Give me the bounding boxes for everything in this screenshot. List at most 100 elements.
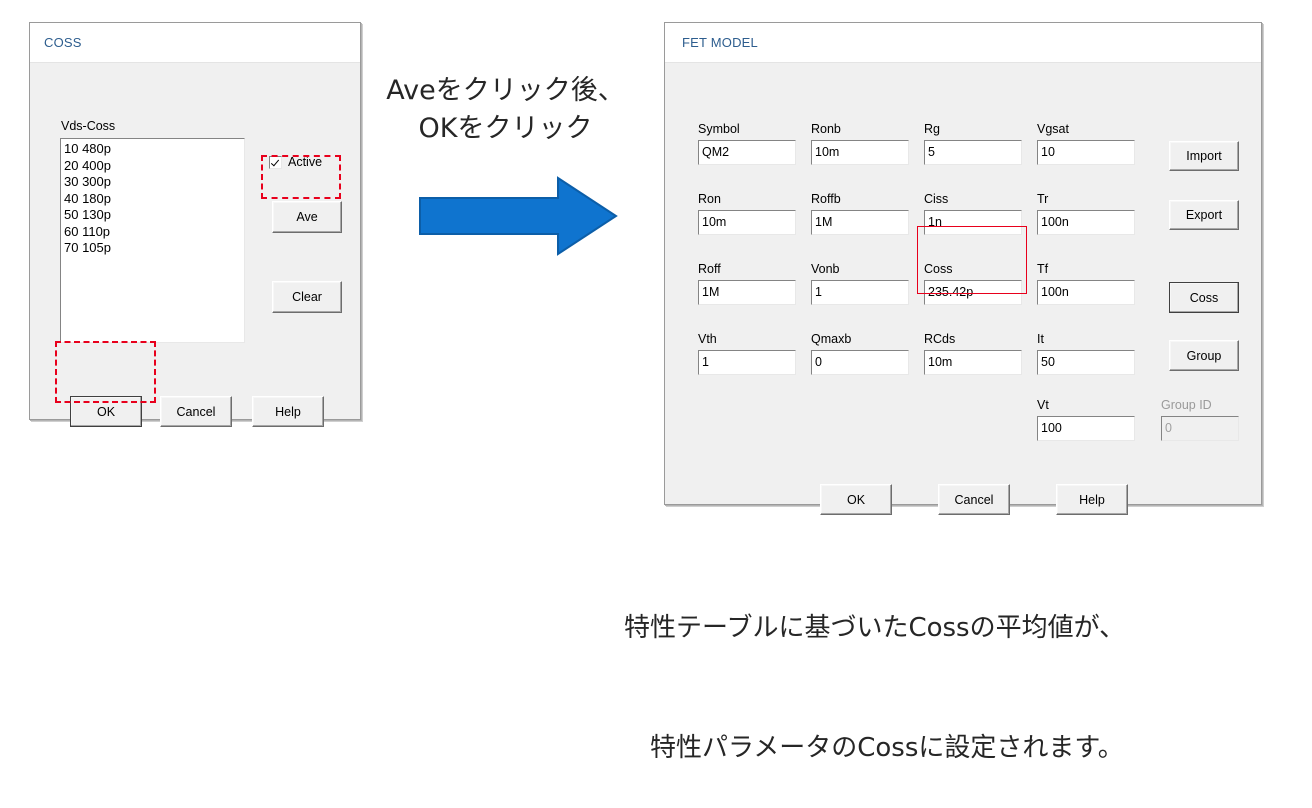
field-input-it[interactable]: 50: [1037, 350, 1135, 375]
checkbox-check-icon: [269, 155, 282, 169]
vds-coss-label: Vds-Coss: [61, 119, 116, 133]
coss-dialog-title: COSS: [44, 35, 82, 50]
cancel-button-label: Cancel: [176, 404, 216, 419]
list-item[interactable]: 70 105p: [64, 240, 244, 257]
fet-cancel-button-label: Cancel: [954, 492, 994, 507]
field-input-vonb[interactable]: 1: [811, 280, 909, 305]
import-button-label: Import: [1186, 149, 1222, 163]
field-value-rg: 5: [928, 145, 935, 160]
field-input-ron[interactable]: 10m: [698, 210, 796, 235]
group-button[interactable]: Group: [1169, 340, 1239, 371]
field-value-tr: 100n: [1041, 215, 1069, 230]
field-input-tf[interactable]: 100n: [1037, 280, 1135, 305]
coss-dialog-body: Vds-Coss 10 480p 20 400p 30 300p 40 180p…: [30, 63, 360, 459]
field-value-symbol: QM2: [702, 145, 730, 160]
list-item[interactable]: 20 400p: [64, 158, 244, 175]
vds-coss-listbox[interactable]: 10 480p 20 400p 30 300p 40 180p 50 130p …: [60, 138, 245, 343]
field-input-vgsat[interactable]: 10: [1037, 140, 1135, 165]
field-label-it: It: [1037, 332, 1044, 346]
field-value-it: 50: [1041, 355, 1055, 370]
field-input-symbol[interactable]: QM2: [698, 140, 796, 165]
field-input-rcds[interactable]: 10m: [924, 350, 1022, 375]
group-id-input: 0: [1161, 416, 1239, 441]
flow-arrow-icon: [419, 176, 618, 256]
field-value-roff: 1M: [702, 285, 720, 300]
field-input-qmaxb[interactable]: 0: [811, 350, 909, 375]
export-button[interactable]: Export: [1169, 200, 1239, 230]
fet-dialog-titlebar: FET MODEL: [665, 23, 1261, 63]
field-label-vgsat: Vgsat: [1037, 122, 1069, 136]
field-value-vth: 1: [702, 355, 709, 370]
field-input-coss[interactable]: 235.42p: [924, 280, 1022, 305]
field-input-vt[interactable]: 100: [1037, 416, 1135, 441]
field-label-roff: Roff: [698, 262, 721, 276]
field-value-tf: 100n: [1041, 285, 1069, 300]
group-button-label: Group: [1186, 348, 1222, 363]
help-button[interactable]: Help: [252, 396, 324, 427]
list-item[interactable]: 50 130p: [64, 207, 244, 224]
field-label-vth: Vth: [698, 332, 717, 346]
field-value-coss: 235.42p: [928, 285, 974, 300]
field-label-symbol: Symbol: [698, 122, 740, 136]
field-value-ciss: 1n: [928, 215, 942, 230]
group-id-label: Group ID: [1161, 398, 1212, 412]
field-value-vonb: 1: [815, 285, 822, 300]
field-label-tr: Tr: [1037, 192, 1049, 206]
fet-help-button[interactable]: Help: [1056, 484, 1128, 515]
caption-line-1: 特性テーブルに基づいたCossの平均値が、: [624, 613, 1126, 643]
field-value-ronb: 10m: [815, 145, 840, 160]
field-input-ronb[interactable]: 10m: [811, 140, 909, 165]
coss-dialog: COSS Vds-Coss 10 480p 20 400p 30 300p 40…: [29, 22, 361, 427]
ave-button[interactable]: Ave: [272, 201, 342, 233]
field-label-rcds: RCds: [924, 332, 956, 346]
group-id-value: 0: [1165, 421, 1172, 436]
field-label-ciss: Ciss: [924, 192, 949, 206]
active-checkbox-label: Active: [288, 155, 323, 169]
ok-button[interactable]: OK: [70, 396, 142, 427]
ok-button-label: OK: [96, 404, 116, 419]
import-button[interactable]: Import: [1169, 141, 1239, 171]
fet-ok-button-label: OK: [846, 492, 866, 507]
field-value-qmaxb: 0: [815, 355, 822, 370]
field-label-rg: Rg: [924, 122, 940, 136]
field-input-tr[interactable]: 100n: [1037, 210, 1135, 235]
fet-model-dialog: FET MODEL Symbol QM2 Ron 10m Roff 1M Vth…: [664, 22, 1262, 515]
coss-button-label: Coss: [1189, 290, 1219, 305]
field-label-ronb: Ronb: [811, 122, 841, 136]
export-button-label: Export: [1185, 208, 1223, 222]
field-label-vt: Vt: [1037, 398, 1049, 412]
clear-button-label: Clear: [292, 290, 322, 304]
field-value-roffb: 1M: [815, 215, 833, 230]
list-item[interactable]: 40 180p: [64, 191, 244, 208]
cancel-button[interactable]: Cancel: [160, 396, 232, 427]
field-input-roffb[interactable]: 1M: [811, 210, 909, 235]
list-item[interactable]: 60 110p: [64, 224, 244, 241]
fet-dialog-title: FET MODEL: [682, 35, 758, 50]
caption-text: 特性テーブルに基づいたCossの平均値が、 特性パラメータのCossに設定されま…: [624, 528, 1284, 808]
list-item[interactable]: 10 480p: [64, 141, 244, 158]
field-label-tf: Tf: [1037, 262, 1049, 276]
clear-button[interactable]: Clear: [272, 281, 342, 313]
active-checkbox[interactable]: Active: [269, 155, 322, 169]
field-input-roff[interactable]: 1M: [698, 280, 796, 305]
step-instruction-text: Aveをクリック後、 OKをクリック: [386, 75, 625, 144]
field-label-roffb: Roffb: [811, 192, 841, 206]
field-label-ron: Ron: [698, 192, 721, 206]
fet-help-button-label: Help: [1079, 492, 1105, 507]
list-item[interactable]: 30 300p: [64, 174, 244, 191]
field-input-rg[interactable]: 5: [924, 140, 1022, 165]
field-input-ciss[interactable]: 1n: [924, 210, 1022, 235]
ave-button-label: Ave: [296, 210, 318, 224]
fet-dialog-body: Symbol QM2 Ron 10m Roff 1M Vth 1 Ronb 10…: [665, 63, 1261, 544]
fet-cancel-button[interactable]: Cancel: [938, 484, 1010, 515]
field-value-vgsat: 10: [1041, 145, 1055, 160]
fet-ok-button[interactable]: OK: [820, 484, 892, 515]
field-value-vt: 100: [1041, 421, 1062, 436]
field-input-vth[interactable]: 1: [698, 350, 796, 375]
caption-line-2: 特性パラメータのCossに設定されます。: [650, 733, 1124, 763]
field-label-coss: Coss: [924, 262, 953, 276]
field-value-ron: 10m: [702, 215, 727, 230]
coss-dialog-titlebar: COSS: [30, 23, 360, 63]
field-value-rcds: 10m: [928, 355, 953, 370]
coss-button[interactable]: Coss: [1169, 282, 1239, 313]
